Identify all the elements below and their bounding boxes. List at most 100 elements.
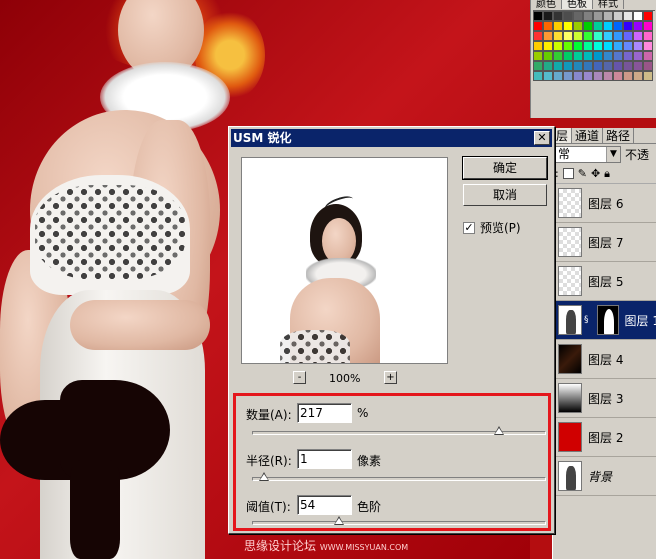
swatch[interactable] bbox=[573, 61, 583, 71]
swatch[interactable] bbox=[573, 21, 583, 31]
move-icon[interactable]: ✥ bbox=[591, 167, 600, 180]
swatch[interactable] bbox=[593, 11, 603, 21]
swatch[interactable] bbox=[633, 51, 643, 61]
swatch[interactable] bbox=[583, 31, 593, 41]
swatch[interactable] bbox=[613, 31, 623, 41]
swatch[interactable] bbox=[543, 61, 553, 71]
swatch[interactable] bbox=[603, 61, 613, 71]
swatch[interactable] bbox=[543, 51, 553, 61]
swatch[interactable] bbox=[613, 11, 623, 21]
swatch[interactable] bbox=[573, 41, 583, 51]
zoom-out-button[interactable]: - bbox=[293, 371, 306, 384]
swatch[interactable] bbox=[593, 31, 603, 41]
swatch[interactable] bbox=[643, 31, 653, 41]
preview-checkbox-row[interactable]: ✓ 预览(P) bbox=[463, 219, 521, 236]
tab-layers[interactable]: 层 bbox=[553, 128, 573, 143]
tab-swatches[interactable]: 色板 bbox=[562, 0, 593, 9]
swatch[interactable] bbox=[613, 61, 623, 71]
layer-mask-thumbnail[interactable] bbox=[596, 305, 619, 335]
layer-row[interactable]: 图层 7 bbox=[553, 223, 656, 262]
swatch[interactable] bbox=[563, 41, 573, 51]
swatch[interactable] bbox=[533, 31, 543, 41]
swatch[interactable] bbox=[573, 51, 583, 61]
swatch[interactable] bbox=[583, 51, 593, 61]
layer-row[interactable]: § 图层 1 bbox=[553, 301, 656, 340]
radius-slider-thumb[interactable] bbox=[259, 472, 269, 481]
threshold-slider-thumb[interactable] bbox=[334, 516, 344, 525]
swatch[interactable] bbox=[623, 41, 633, 51]
swatch[interactable] bbox=[563, 11, 573, 21]
swatch[interactable] bbox=[623, 61, 633, 71]
swatch[interactable] bbox=[543, 11, 553, 21]
swatch[interactable] bbox=[633, 41, 643, 51]
swatch[interactable] bbox=[553, 11, 563, 21]
zoom-in-button[interactable]: + bbox=[384, 371, 397, 384]
layer-row[interactable]: 图层 3 bbox=[553, 379, 656, 418]
swatch[interactable] bbox=[623, 31, 633, 41]
amount-input[interactable]: 217 bbox=[297, 403, 352, 423]
swatch[interactable] bbox=[623, 71, 633, 81]
swatch[interactable] bbox=[593, 21, 603, 31]
cancel-button[interactable]: 取消 bbox=[463, 184, 547, 206]
swatch[interactable] bbox=[613, 21, 623, 31]
swatch[interactable] bbox=[533, 21, 543, 31]
swatch[interactable] bbox=[563, 31, 573, 41]
threshold-slider-track[interactable] bbox=[252, 521, 546, 525]
layer-row[interactable]: 图层 2 bbox=[553, 418, 656, 457]
tab-color[interactable]: 颜色 bbox=[531, 0, 562, 9]
layer-row[interactable]: 图层 4 bbox=[553, 340, 656, 379]
swatch[interactable] bbox=[553, 21, 563, 31]
lock-icon[interactable]: 🔒︎ bbox=[604, 167, 610, 181]
lock-transparency-icon[interactable] bbox=[562, 168, 574, 179]
swatch[interactable] bbox=[643, 51, 653, 61]
layer-row[interactable]: 背景 bbox=[553, 457, 656, 496]
blend-mode-select[interactable]: 常 ▼ bbox=[555, 145, 621, 163]
preview-checkbox[interactable]: ✓ bbox=[463, 221, 475, 234]
swatch[interactable] bbox=[633, 71, 643, 81]
swatch[interactable] bbox=[603, 41, 613, 51]
swatch[interactable] bbox=[593, 41, 603, 51]
swatch[interactable] bbox=[563, 21, 573, 31]
swatch[interactable] bbox=[553, 71, 563, 81]
swatch[interactable] bbox=[553, 41, 563, 51]
swatch[interactable] bbox=[643, 21, 653, 31]
swatch[interactable] bbox=[543, 21, 553, 31]
preview-pane[interactable] bbox=[241, 157, 448, 364]
swatch[interactable] bbox=[583, 11, 593, 21]
swatch[interactable] bbox=[603, 51, 613, 61]
layer-row[interactable]: 图层 5 bbox=[553, 262, 656, 301]
swatch[interactable] bbox=[533, 51, 543, 61]
swatch[interactable] bbox=[583, 71, 593, 81]
swatch[interactable] bbox=[643, 71, 653, 81]
swatch[interactable] bbox=[533, 71, 543, 81]
swatch[interactable] bbox=[553, 51, 563, 61]
dialog-titlebar[interactable]: USM 锐化 ✕ bbox=[231, 129, 552, 147]
swatch[interactable] bbox=[533, 41, 543, 51]
amount-slider-thumb[interactable] bbox=[494, 426, 504, 435]
radius-slider-track[interactable] bbox=[252, 477, 546, 481]
swatch[interactable] bbox=[623, 51, 633, 61]
threshold-input[interactable]: 54 bbox=[297, 495, 352, 515]
swatch[interactable] bbox=[553, 61, 563, 71]
swatch[interactable] bbox=[603, 11, 613, 21]
swatch[interactable] bbox=[593, 61, 603, 71]
swatch[interactable] bbox=[533, 11, 543, 21]
swatch[interactable] bbox=[583, 21, 593, 31]
swatch[interactable] bbox=[543, 31, 553, 41]
layer-row[interactable]: 图层 6 bbox=[553, 184, 656, 223]
tab-channels[interactable]: 通道 bbox=[572, 128, 604, 143]
swatch[interactable] bbox=[573, 31, 583, 41]
swatch[interactable] bbox=[563, 61, 573, 71]
swatch[interactable] bbox=[613, 71, 623, 81]
ok-button[interactable]: 确定 bbox=[462, 156, 548, 180]
swatch[interactable] bbox=[603, 71, 613, 81]
swatch[interactable] bbox=[633, 61, 643, 71]
chevron-down-icon[interactable]: ▼ bbox=[606, 146, 620, 162]
swatch[interactable] bbox=[593, 71, 603, 81]
swatch[interactable] bbox=[643, 41, 653, 51]
swatch[interactable] bbox=[593, 51, 603, 61]
swatch[interactable] bbox=[633, 11, 643, 21]
swatch[interactable] bbox=[563, 51, 573, 61]
swatch[interactable] bbox=[553, 31, 563, 41]
swatch[interactable] bbox=[643, 11, 653, 21]
